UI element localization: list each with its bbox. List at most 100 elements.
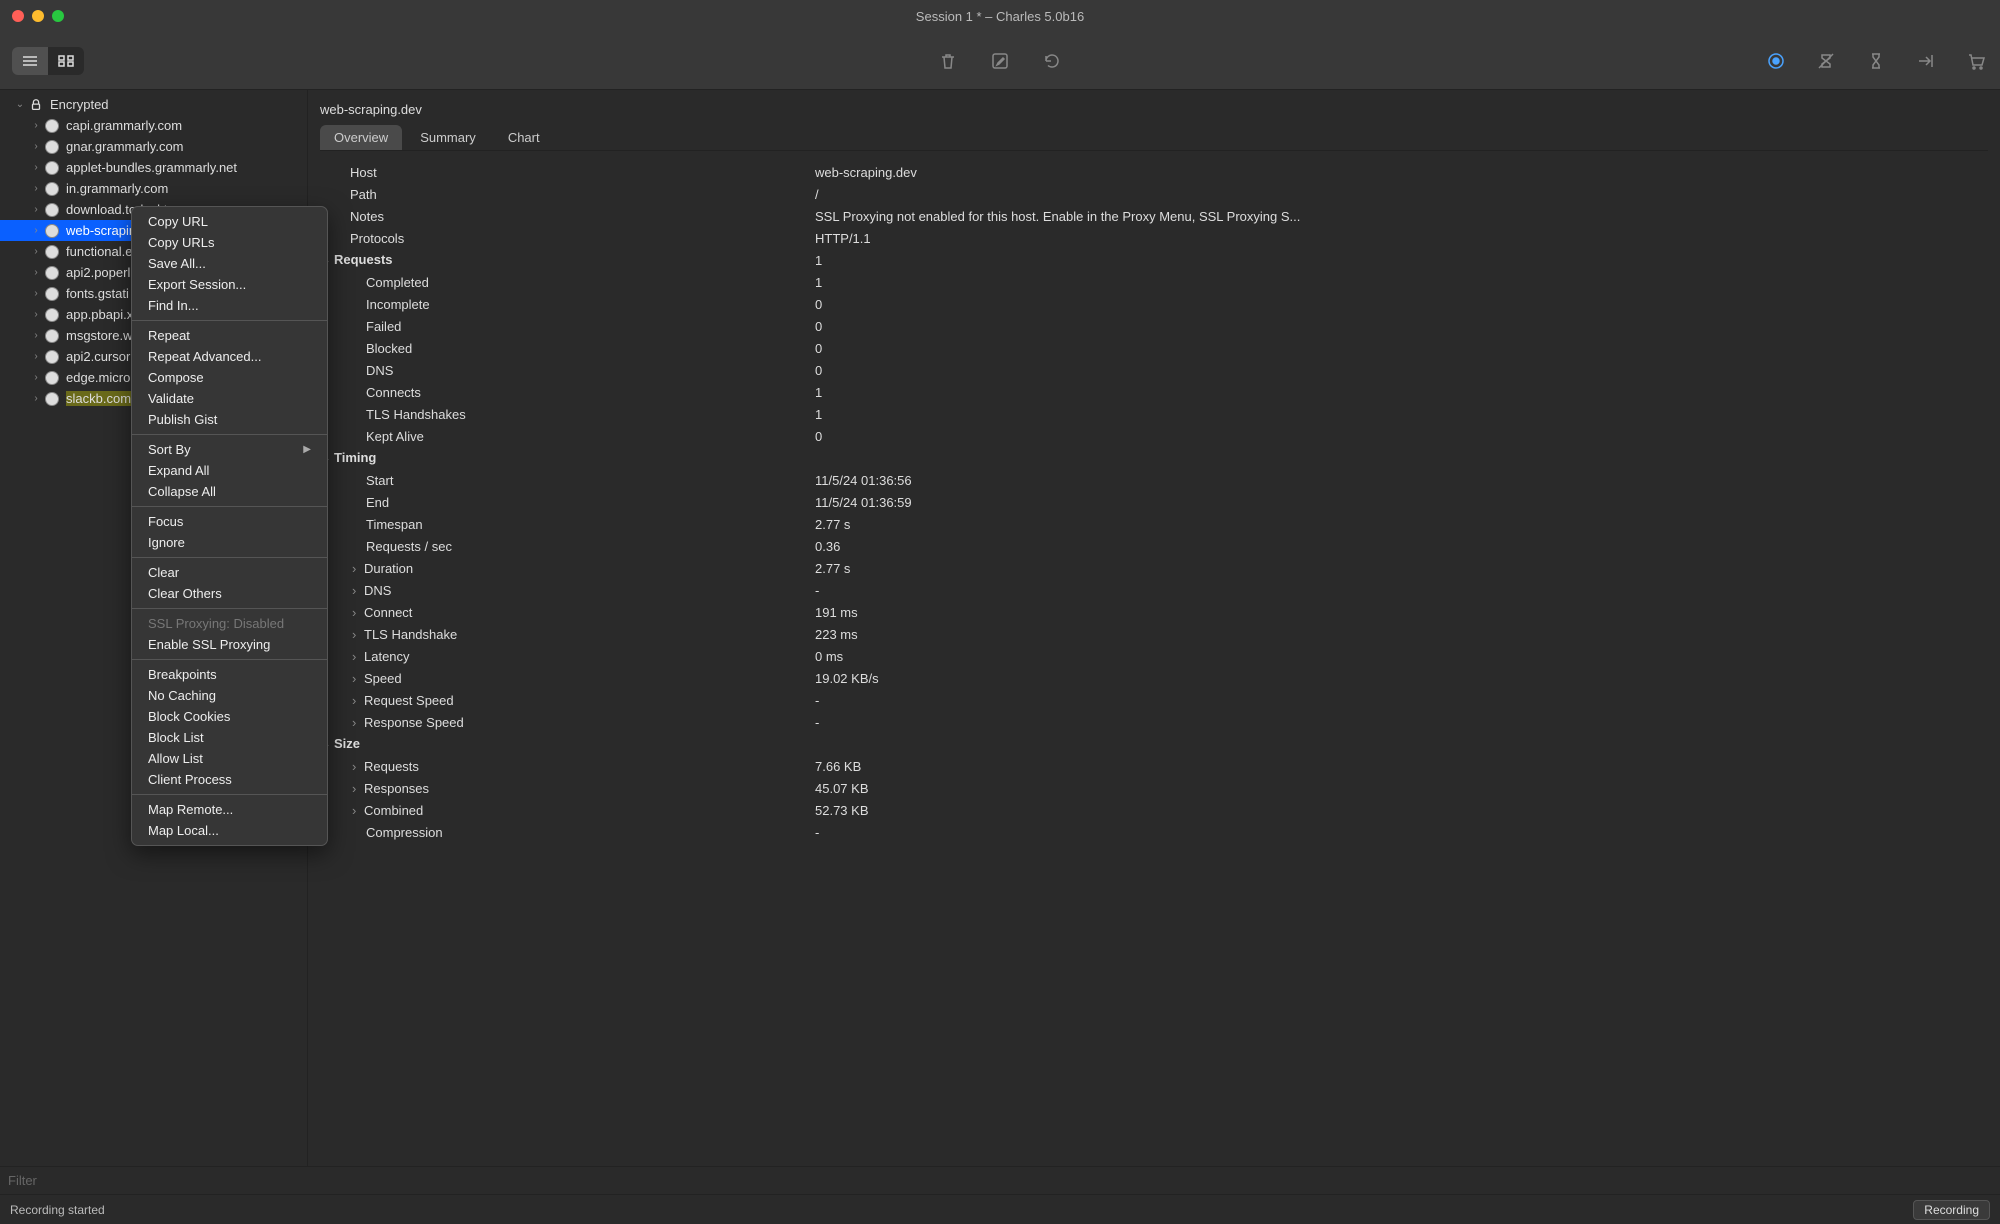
detail-row[interactable]: Requests 7.66 KB [320,755,1988,777]
detail-row[interactable]: Size [320,733,1988,755]
chevron-right-icon[interactable]: › [30,162,42,174]
tab-overview[interactable]: Overview [320,125,402,150]
menu-item-label: Find In... [148,298,199,313]
menu-item[interactable]: Validate [132,388,327,409]
detail-row[interactable]: DNS - [320,579,1988,601]
detail-row[interactable]: Duration 2.77 s [320,557,1988,579]
tools-button[interactable] [1964,49,1988,73]
globe-icon [44,223,60,239]
delete-button[interactable] [936,49,960,73]
chevron-right-icon[interactable]: › [30,183,42,195]
menu-item[interactable]: Clear Others [132,583,327,604]
detail-row[interactable]: Response Speed - [320,711,1988,733]
chevron-down-icon[interactable]: ⌄ [14,99,26,111]
detail-row[interactable]: Responses 45.07 KB [320,777,1988,799]
menu-separator [132,434,327,435]
compose-button[interactable] [988,49,1012,73]
detail-row[interactable]: Requests 1 [320,249,1988,271]
minimize-window-button[interactable] [32,10,44,22]
globe-icon [44,244,60,260]
chevron-right-icon[interactable]: › [30,204,42,216]
detail-value: 1 [815,385,1988,400]
menu-item[interactable]: Repeat Advanced... [132,346,327,367]
chevron-right-icon[interactable]: › [30,141,42,153]
detail-row: Kept Alive 0 [320,425,1988,447]
tree-root-encrypted[interactable]: ⌄ Encrypted [0,94,307,115]
chevron-right-icon[interactable]: › [30,393,42,405]
menu-item-label: Publish Gist [148,412,217,427]
globe-icon [44,370,60,386]
menu-item[interactable]: Breakpoints [132,664,327,685]
chevron-right-icon[interactable]: › [30,351,42,363]
chevron-right-icon[interactable]: › [30,246,42,258]
filter-input[interactable] [8,1173,1992,1188]
menu-item[interactable]: Client Process [132,769,327,790]
tree-item[interactable]: › in.grammarly.com [0,178,307,199]
menu-item[interactable]: Save All... [132,253,327,274]
tab-chart[interactable]: Chart [494,125,554,150]
detail-value: - [815,825,1988,840]
menu-item-label: Validate [148,391,194,406]
chevron-right-icon[interactable]: › [30,288,42,300]
chevron-right-icon[interactable]: › [30,225,42,237]
detail-value: 191 ms [815,605,1988,620]
detail-row[interactable]: Latency 0 ms [320,645,1988,667]
detail-label: Failed [320,319,815,334]
close-window-button[interactable] [12,10,24,22]
tree-item-label: gnar.grammarly.com [66,139,184,154]
menu-item[interactable]: Copy URL [132,211,327,232]
menu-item[interactable]: Block Cookies [132,706,327,727]
refresh-button[interactable] [1040,49,1064,73]
menu-item[interactable]: Copy URLs [132,232,327,253]
menu-item[interactable]: Export Session... [132,274,327,295]
statusbar: Recording started Recording [0,1194,2000,1224]
menu-item[interactable]: No Caching [132,685,327,706]
menu-item[interactable]: Compose [132,367,327,388]
detail-row[interactable]: TLS Handshake 223 ms [320,623,1988,645]
detail-row[interactable]: Speed 19.02 KB/s [320,667,1988,689]
goto-button[interactable] [1914,49,1938,73]
menu-item[interactable]: Map Remote... [132,799,327,820]
menu-item[interactable]: Enable SSL Proxying [132,634,327,655]
menu-separator [132,794,327,795]
detail-row[interactable]: Timing [320,447,1988,469]
recording-button[interactable]: Recording [1913,1200,1990,1220]
menu-item[interactable]: Publish Gist [132,409,327,430]
menu-item[interactable]: Sort By▶ [132,439,327,460]
tree-item-label: applet-bundles.grammarly.net [66,160,237,175]
tree-item[interactable]: › capi.grammarly.com [0,115,307,136]
detail-row: Blocked 0 [320,337,1988,359]
detail-label: Responses [320,781,815,796]
chevron-right-icon[interactable]: › [30,267,42,279]
chevron-right-icon[interactable]: › [30,330,42,342]
tab-summary[interactable]: Summary [406,125,490,150]
menu-item[interactable]: Clear [132,562,327,583]
menu-item[interactable]: Focus [132,511,327,532]
breakpoints-button[interactable] [1864,49,1888,73]
record-button[interactable] [1764,49,1788,73]
chevron-right-icon[interactable]: › [30,120,42,132]
detail-label: Protocols [320,231,815,246]
throttle-button[interactable] [1814,49,1838,73]
menu-item[interactable]: Ignore [132,532,327,553]
detail-row: Start 11/5/24 01:36:56 [320,469,1988,491]
menu-item[interactable]: Collapse All [132,481,327,502]
menu-item[interactable]: Find In... [132,295,327,316]
maximize-window-button[interactable] [52,10,64,22]
list-view-button[interactable] [12,47,48,75]
tree-item[interactable]: › applet-bundles.grammarly.net [0,157,307,178]
menu-item[interactable]: Allow List [132,748,327,769]
menu-item[interactable]: Map Local... [132,820,327,841]
menu-item[interactable]: Repeat [132,325,327,346]
menu-item-label: Ignore [148,535,185,550]
tree-item[interactable]: › gnar.grammarly.com [0,136,307,157]
chevron-right-icon[interactable]: › [30,309,42,321]
menu-item[interactable]: Block List [132,727,327,748]
detail-row[interactable]: Request Speed - [320,689,1988,711]
detail-label: Combined [320,803,815,818]
detail-row[interactable]: Connect 191 ms [320,601,1988,623]
chevron-right-icon[interactable]: › [30,372,42,384]
detail-row[interactable]: Combined 52.73 KB [320,799,1988,821]
grid-view-button[interactable] [48,47,84,75]
menu-item[interactable]: Expand All [132,460,327,481]
